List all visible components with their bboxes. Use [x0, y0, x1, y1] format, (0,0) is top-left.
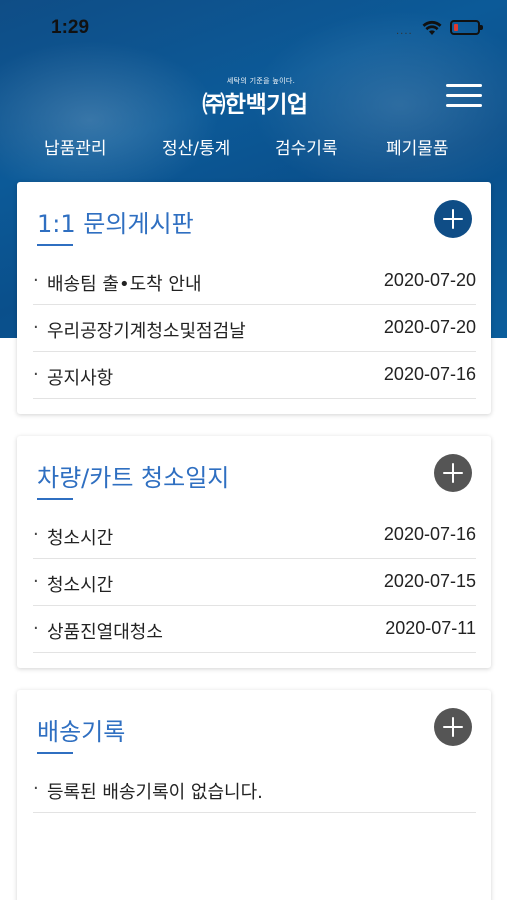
- bullet: ·: [33, 270, 39, 291]
- wifi-icon: [422, 20, 442, 35]
- card-title: 차량/카트 청소일지: [37, 464, 230, 492]
- title-underline: [37, 752, 73, 754]
- brand-name: ㈜한백기업: [202, 92, 308, 118]
- nav-item-settlement[interactable]: 정산/통계: [162, 134, 230, 159]
- battery-icon: [450, 20, 483, 35]
- card-title: 1:1 문의게시판: [37, 210, 194, 238]
- add-inquiry-button[interactable]: [434, 200, 472, 238]
- post-title: 청소시간: [47, 575, 114, 596]
- bullet: ·: [33, 317, 39, 338]
- status-bar: 1:29 ....: [0, 0, 507, 56]
- post-title: 공지사항: [47, 368, 114, 389]
- bullet: ·: [33, 364, 39, 385]
- nav-item-disposal[interactable]: 폐기물품: [386, 134, 449, 159]
- add-cleaning-log-button[interactable]: [434, 454, 472, 492]
- bullet: ·: [33, 524, 39, 545]
- post-title: 배송팀 출•도착 안내: [47, 274, 202, 295]
- hamburger-menu-icon[interactable]: [446, 82, 482, 110]
- list-item[interactable]: · 공지사항 2020-07-16: [33, 352, 476, 399]
- nav-item-inspection[interactable]: 검수기록: [275, 134, 338, 159]
- top-nav: 납품관리 정산/통계 검수기록 폐기물품: [0, 134, 507, 164]
- post-date: 2020-07-11: [385, 618, 476, 638]
- inquiry-board-card: 1:1 문의게시판 · 배송팀 출•도착 안내 2020-07-20 · 우리공…: [17, 182, 491, 414]
- title-underline: [37, 244, 73, 246]
- bullet: ·: [33, 778, 39, 799]
- list-item[interactable]: · 우리공장기계청소및점검날 2020-07-20: [33, 305, 476, 352]
- post-date: 2020-07-20: [383, 270, 476, 290]
- header-decoration: [0, 40, 220, 200]
- cleaning-log-card: 차량/카트 청소일지 · 청소시간 2020-07-16 · 청소시간 2020…: [17, 436, 491, 668]
- list-item[interactable]: · 상품진열대청소 2020-07-11: [33, 606, 476, 653]
- bullet: ·: [33, 571, 39, 592]
- battery-level: [454, 24, 458, 31]
- status-time: 1:29: [51, 17, 90, 38]
- bullet: ·: [33, 618, 39, 639]
- post-title: 상품진열대청소: [47, 622, 163, 643]
- post-title: 청소시간: [47, 528, 114, 549]
- card-title: 배송기록: [37, 718, 126, 746]
- post-list: · 청소시간 2020-07-16 · 청소시간 2020-07-15 · 상품…: [33, 512, 476, 653]
- post-title: 우리공장기계청소및점검날: [47, 321, 246, 342]
- add-delivery-record-button[interactable]: [434, 708, 472, 746]
- delivery-record-card: 배송기록 · 등록된 배송기록이 없습니다.: [17, 690, 491, 900]
- brand-logo[interactable]: 세탁의 기준을 높이다. ㈜한백기업: [190, 76, 320, 118]
- empty-message: 등록된 배송기록이 없습니다.: [47, 782, 263, 803]
- nav-item-delivery[interactable]: 납품관리: [44, 134, 107, 159]
- post-date: 2020-07-16: [383, 524, 476, 544]
- post-date: 2020-07-20: [383, 317, 476, 337]
- post-date: 2020-07-15: [383, 571, 476, 591]
- post-date: 2020-07-16: [383, 364, 476, 384]
- post-list: · 등록된 배송기록이 없습니다.: [33, 766, 476, 813]
- signal-icon: ....: [396, 26, 413, 37]
- list-item[interactable]: · 배송팀 출•도착 안내 2020-07-20: [33, 258, 476, 305]
- brand-tagline: 세탁의 기준을 높이다.: [226, 77, 296, 85]
- list-item[interactable]: · 청소시간 2020-07-15: [33, 559, 476, 606]
- post-list: · 배송팀 출•도착 안내 2020-07-20 · 우리공장기계청소및점검날 …: [33, 258, 476, 399]
- empty-message-row: · 등록된 배송기록이 없습니다.: [33, 766, 476, 813]
- title-underline: [37, 498, 73, 500]
- list-item[interactable]: · 청소시간 2020-07-16: [33, 512, 476, 559]
